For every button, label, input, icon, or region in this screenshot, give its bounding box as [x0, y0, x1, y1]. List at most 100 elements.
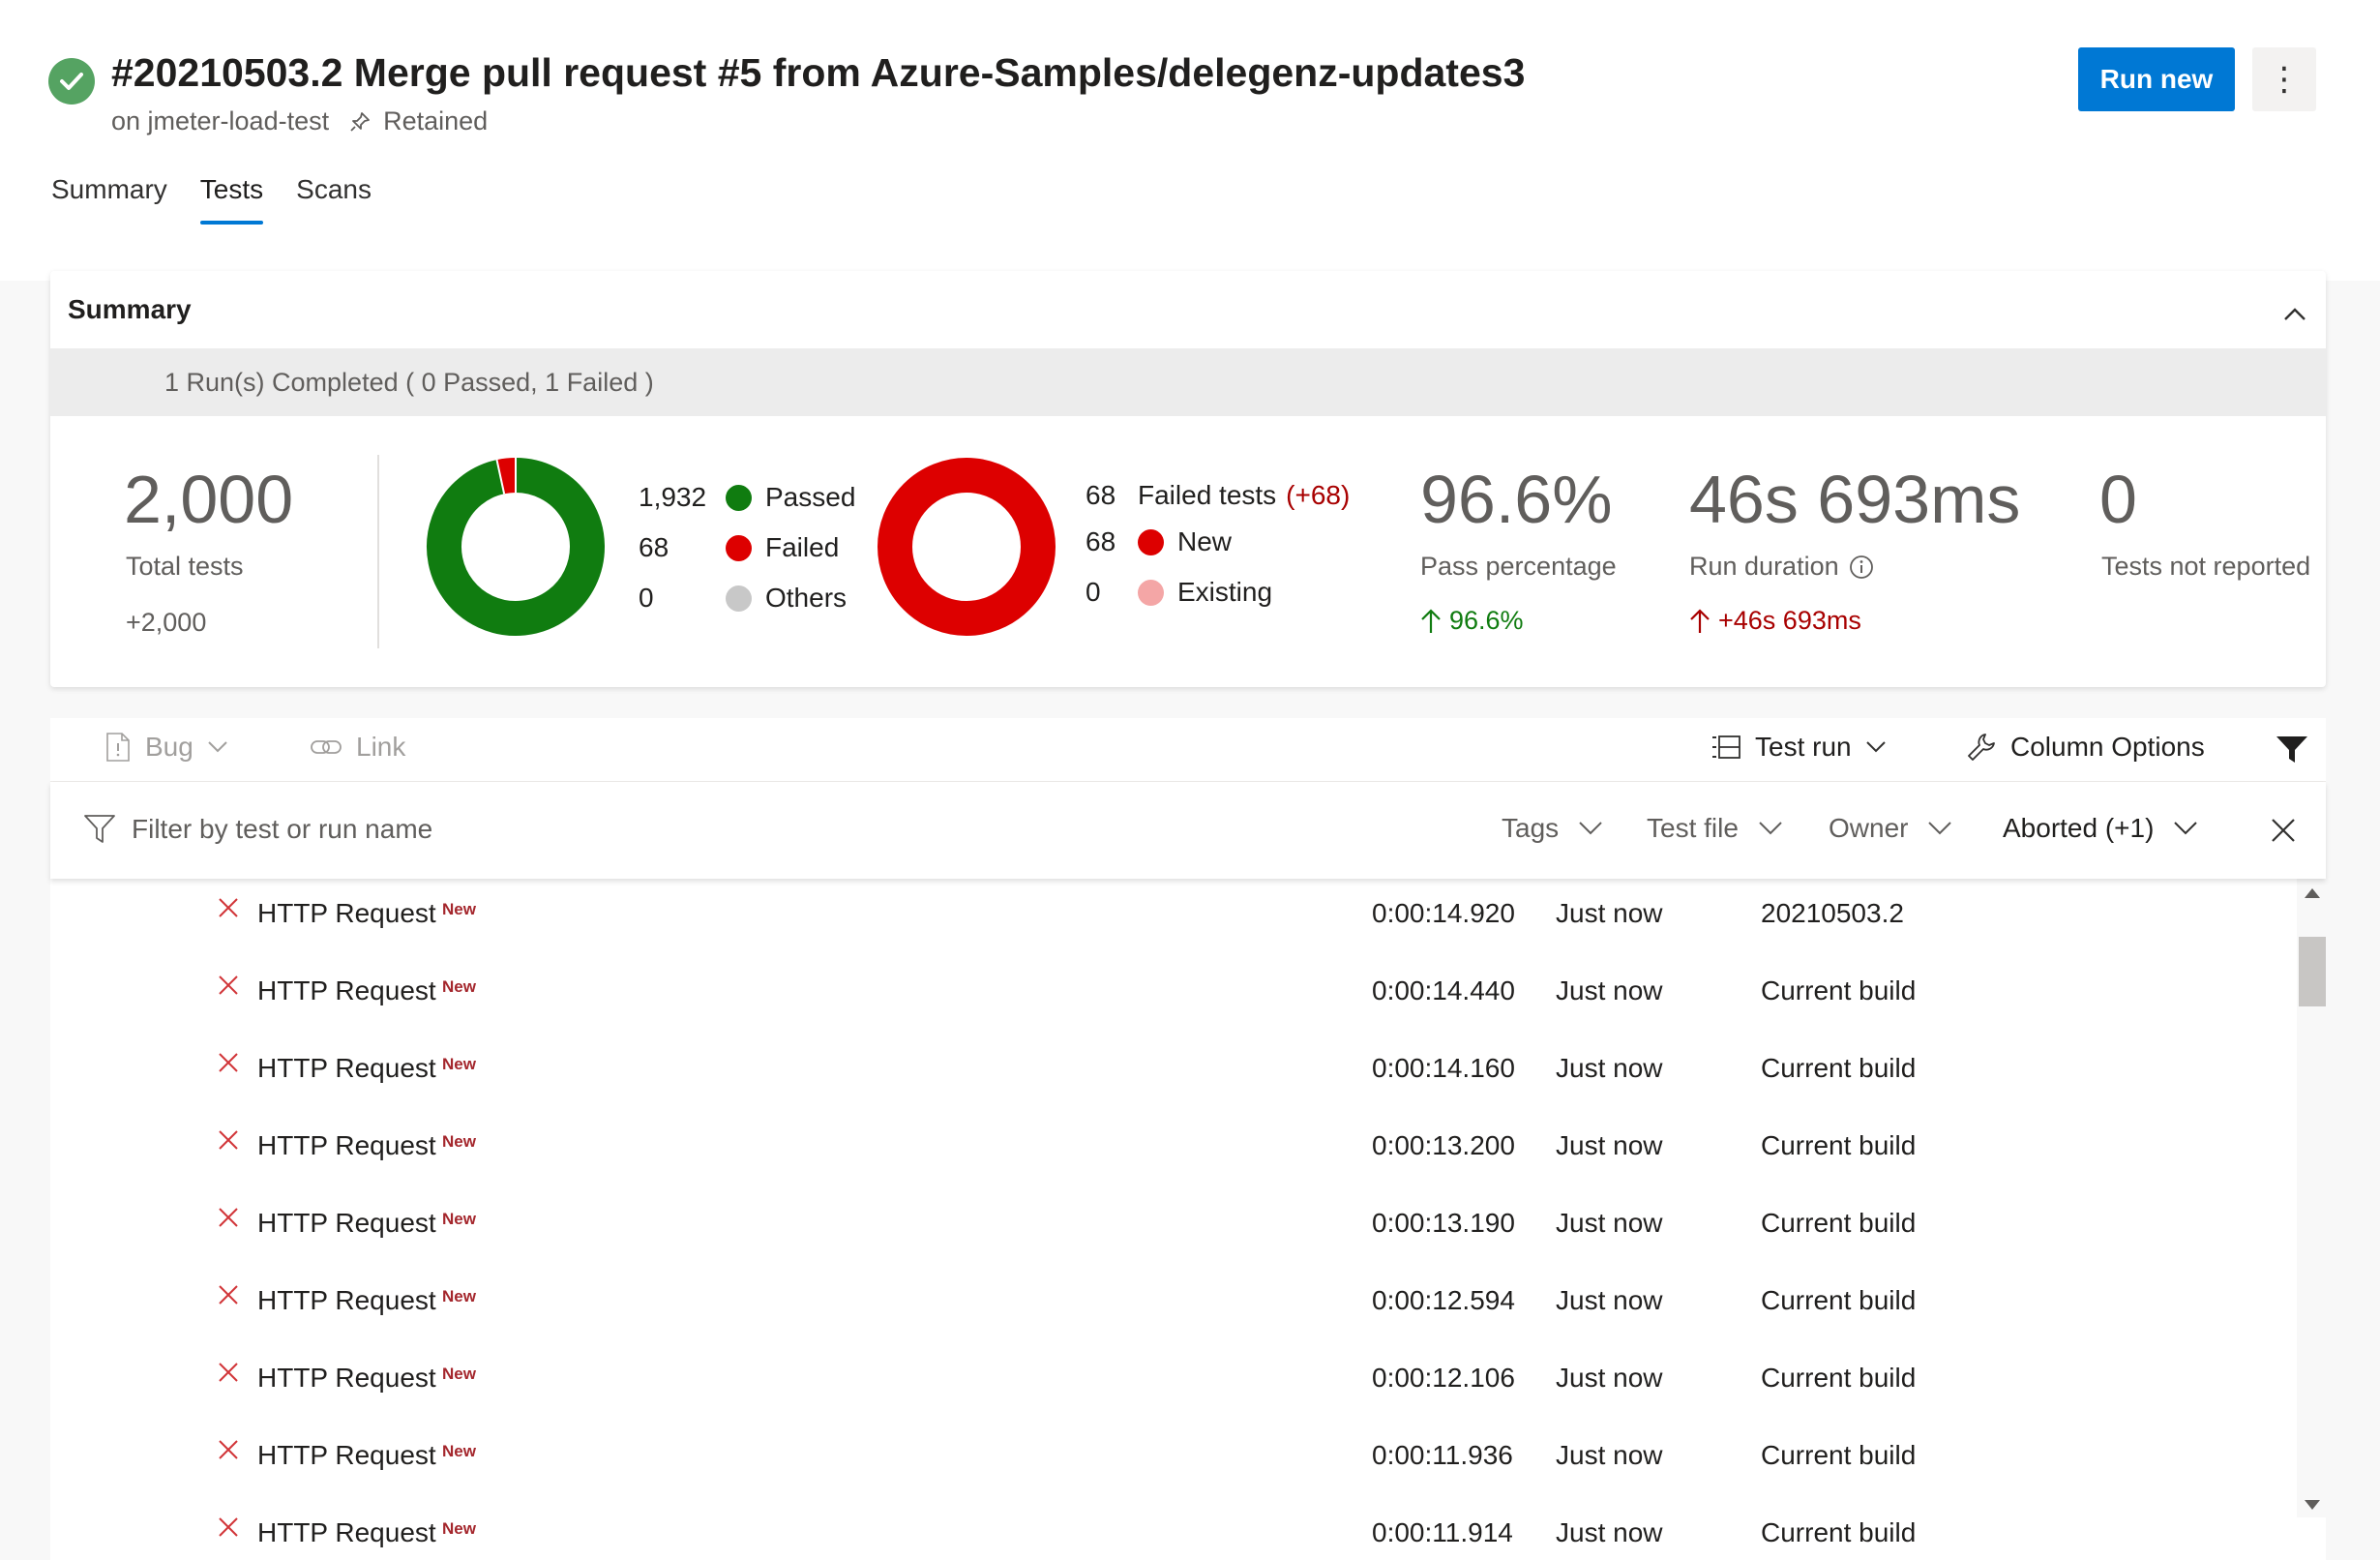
group-list-icon [1712, 735, 1740, 759]
summary-title: Summary [68, 294, 192, 324]
test-name[interactable]: HTTP Request [257, 1440, 436, 1471]
chevron-down-icon [2174, 822, 2198, 835]
bug-button-label: Bug [145, 732, 193, 762]
test-name[interactable]: HTTP Request [257, 1130, 436, 1161]
legend-others-label: Others [765, 583, 848, 613]
outcome-filter[interactable]: Aborted (+1) [2003, 813, 2198, 844]
failing-since: Just now [1556, 1285, 1663, 1315]
tab-summary[interactable]: Summary [51, 174, 167, 225]
pipeline-link[interactable]: on jmeter-load-test [111, 106, 329, 136]
run-new-button[interactable]: Run new [2078, 47, 2235, 111]
pass-percentage-delta-value: 96.6% [1449, 606, 1524, 635]
test-run-group-button[interactable]: Test run [1711, 732, 1887, 763]
table-row[interactable]: HTTP Request New 0:00:11.914 Just now Curren… [50, 1498, 2295, 1560]
failed-tests-count: 68 [1086, 480, 1116, 510]
pass-percentage-delta: 96.6% [1420, 606, 1524, 636]
table-row[interactable]: HTTP Request New 0:00:14.160 Just now Curren… [50, 1034, 2295, 1111]
test-file-filter[interactable]: Test file [1647, 813, 1783, 844]
chevron-down-icon [1928, 822, 1952, 835]
failing-build: Current build [1761, 1440, 1917, 1470]
scroll-up-arrow-icon[interactable] [2305, 888, 2320, 898]
tab-scans[interactable]: Scans [296, 174, 372, 225]
test-name[interactable]: HTTP Request [257, 1053, 436, 1084]
failed-x-icon [217, 1051, 240, 1079]
test-name[interactable]: HTTP Request [257, 1208, 436, 1239]
summary-metrics: 2,000 Total tests +2,000 1,932 Passed 68… [50, 416, 2326, 687]
metrics-divider [377, 455, 379, 648]
new-badge: New [442, 1519, 476, 1538]
test-name[interactable]: HTTP Request [257, 1285, 436, 1316]
table-row[interactable]: HTTP Request New 0:00:13.200 Just now Curren… [50, 1111, 2295, 1188]
test-name[interactable]: HTTP Request [257, 1363, 436, 1394]
runs-completed-bar: 1 Run(s) Completed ( 0 Passed, 1 Failed … [50, 348, 2326, 416]
legend-failed-label: Failed [765, 532, 840, 562]
filter-bar: Tags Test file Owner Aborted (+1) [50, 782, 2326, 879]
filter-input[interactable] [132, 814, 538, 845]
table-row[interactable]: HTTP Request New 0:00:14.920 Just now 202105… [50, 879, 2295, 956]
pass-percentage-value: 96.6% [1420, 462, 1613, 537]
outcome-donut-chart [427, 458, 605, 636]
failed-tests-header: 68 Failed tests (+68) [1086, 480, 1350, 511]
scroll-down-arrow-icon[interactable] [2305, 1500, 2320, 1510]
failed-tests-donut-chart [878, 458, 1056, 636]
failing-build: Current build [1761, 975, 1917, 1005]
new-badge: New [442, 1442, 476, 1460]
table-row[interactable]: HTTP Request New 0:00:12.106 Just now Curren… [50, 1343, 2295, 1421]
failed-dot-icon [726, 534, 752, 561]
test-duration: 0:00:11.914 [1372, 1517, 1513, 1547]
table-row[interactable]: HTTP Request New 0:00:13.190 Just now Curren… [50, 1188, 2295, 1266]
test-duration: 0:00:14.160 [1372, 1053, 1515, 1083]
results-toolbar: Bug Link Test run Column Options [50, 718, 2326, 782]
test-name[interactable]: HTTP Request [257, 898, 436, 929]
test-name[interactable]: HTTP Request [257, 975, 436, 1006]
bug-document-icon [106, 733, 130, 762]
arrow-up-icon [1421, 608, 1441, 633]
summary-header[interactable]: Summary [50, 271, 2326, 348]
test-duration: 0:00:14.920 [1372, 898, 1515, 928]
not-reported-value: 0 [2099, 462, 2137, 537]
table-row[interactable]: HTTP Request New 0:00:14.440 Just now Curren… [50, 956, 2295, 1034]
not-reported-label: Tests not reported [2101, 552, 2311, 581]
new-badge: New [442, 1055, 476, 1073]
column-options-button[interactable]: Column Options [1966, 732, 2205, 763]
failing-build: 20210503.2 [1761, 898, 1904, 928]
info-icon[interactable] [1849, 555, 1874, 580]
owner-filter-label: Owner [1829, 813, 1909, 843]
failed-slice-new [878, 458, 1056, 636]
passed-dot-icon [726, 484, 752, 511]
tags-filter[interactable]: Tags [1502, 813, 1603, 844]
table-row[interactable]: HTTP Request New 0:00:12.594 Just now Curren… [50, 1266, 2295, 1343]
chevron-up-icon[interactable] [2283, 298, 2306, 329]
legend-passed-label: Passed [765, 482, 856, 512]
legend-existing-count: 0 [1086, 577, 1101, 607]
tab-tests[interactable]: Tests [199, 174, 264, 225]
scrollbar-thumb[interactable] [2299, 937, 2326, 1006]
new-dot-icon [1138, 528, 1164, 555]
bug-button[interactable]: Bug [104, 732, 228, 763]
results-scrollbar[interactable] [2297, 879, 2326, 1517]
legend-new: 68 New [1086, 526, 1232, 557]
filter-toggle-button[interactable] [2276, 735, 2308, 765]
test-name[interactable]: HTTP Request [257, 1517, 436, 1548]
new-badge: New [442, 1287, 476, 1305]
chevron-down-icon [208, 741, 227, 753]
test-duration: 0:00:11.936 [1372, 1440, 1513, 1470]
legend-new-label: New [1177, 526, 1233, 556]
test-duration: 0:00:12.594 [1372, 1285, 1515, 1315]
clear-filters-button[interactable] [2270, 817, 2297, 849]
new-badge: New [442, 900, 476, 918]
new-badge: New [442, 1132, 476, 1151]
link-button[interactable]: Link [310, 732, 405, 763]
test-duration: 0:00:13.190 [1372, 1208, 1515, 1238]
others-dot-icon [726, 585, 752, 612]
run-header: #20210503.2 Merge pull request #5 from A… [0, 0, 2380, 281]
total-tests-delta: +2,000 [126, 608, 207, 637]
more-actions-button[interactable]: ⋮ [2252, 47, 2316, 111]
owner-filter[interactable]: Owner [1829, 813, 1952, 844]
run-title: #20210503.2 Merge pull request #5 from A… [111, 50, 1526, 95]
failed-x-icon [217, 974, 240, 1002]
failing-build: Current build [1761, 1053, 1917, 1083]
table-row[interactable]: HTTP Request New 0:00:11.936 Just now Curren… [50, 1421, 2295, 1498]
test-duration: 0:00:14.440 [1372, 975, 1515, 1005]
retained-label: Retained [383, 106, 489, 135]
